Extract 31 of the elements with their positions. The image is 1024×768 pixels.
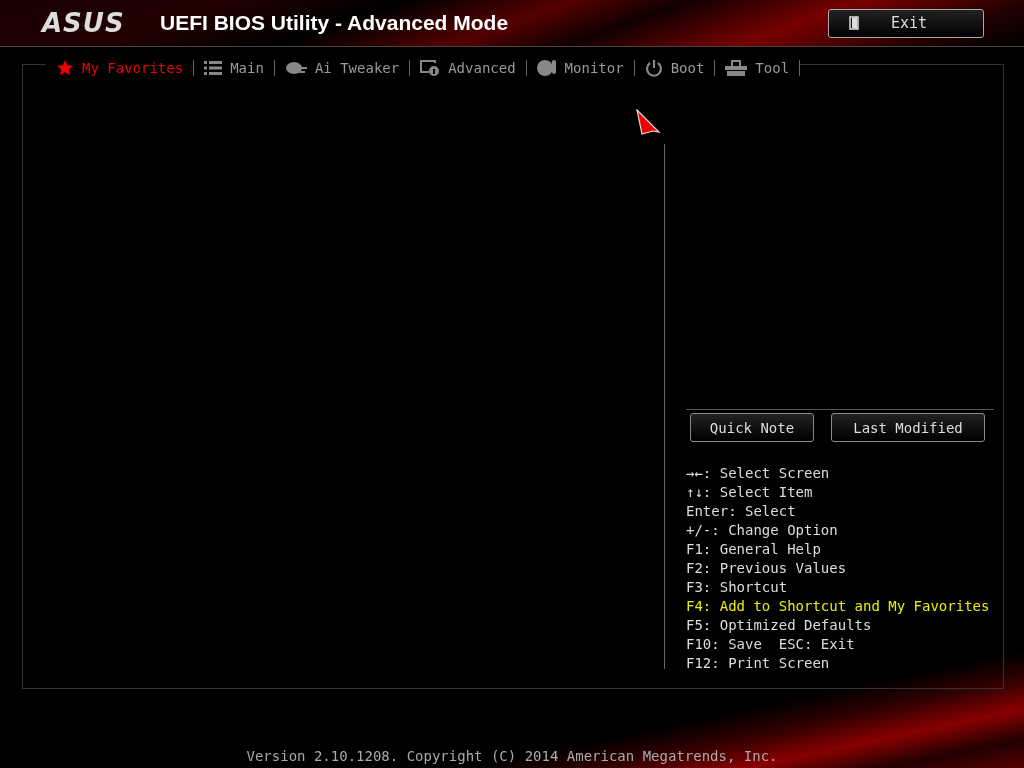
monitor-info-icon	[420, 60, 441, 76]
help-line: F4: Add to Shortcut and My Favorites	[686, 597, 991, 616]
help-line: F2: Previous Values	[686, 559, 848, 578]
menu-tab[interactable]: Monitor	[526, 59, 634, 77]
exit-button[interactable]: Exit	[828, 8, 984, 38]
help-line: +/-: Change Option	[686, 521, 839, 540]
menu-tab[interactable]: Ai Tweaker	[274, 60, 410, 76]
window-title: UEFI BIOS Utility - Advanced Mode	[160, 11, 510, 35]
star-icon	[56, 59, 74, 77]
list-icon	[204, 60, 223, 76]
panel-button[interactable]: Last Modified	[831, 413, 985, 442]
power-icon	[644, 59, 663, 77]
help-line: ↑↓: Select Item	[686, 483, 814, 502]
menu-tab[interactable]: Main	[194, 60, 274, 76]
help-line: →←: Select Screen	[686, 464, 831, 483]
menu-tab[interactable]: Tool	[715, 60, 800, 76]
menu-tab[interactable]: Advanced	[410, 60, 526, 76]
menu-tab[interactable]: My Favorites	[46, 59, 194, 77]
help-line: Enter: Select	[686, 502, 797, 521]
door-icon	[849, 16, 861, 30]
menu-tab[interactable]: Boot	[634, 59, 715, 77]
help-line: F3: Shortcut	[686, 578, 789, 597]
help-line: F5: Optimized Defaults	[686, 616, 873, 635]
brand-logo: ASUS	[42, 8, 126, 38]
help-line: F12: Print Screen	[686, 654, 831, 673]
mouse-cursor-icon	[636, 109, 662, 135]
version-text: Version 2.10.1208. Copyright (C) 2014 American Megatrends, Inc.	[245, 748, 779, 764]
help-line: F1: General Help	[686, 540, 822, 559]
toolbox-icon	[725, 60, 748, 76]
help-line: F10: Save ESC: Exit	[686, 635, 856, 654]
panel-button[interactable]: Quick Note	[690, 413, 814, 442]
